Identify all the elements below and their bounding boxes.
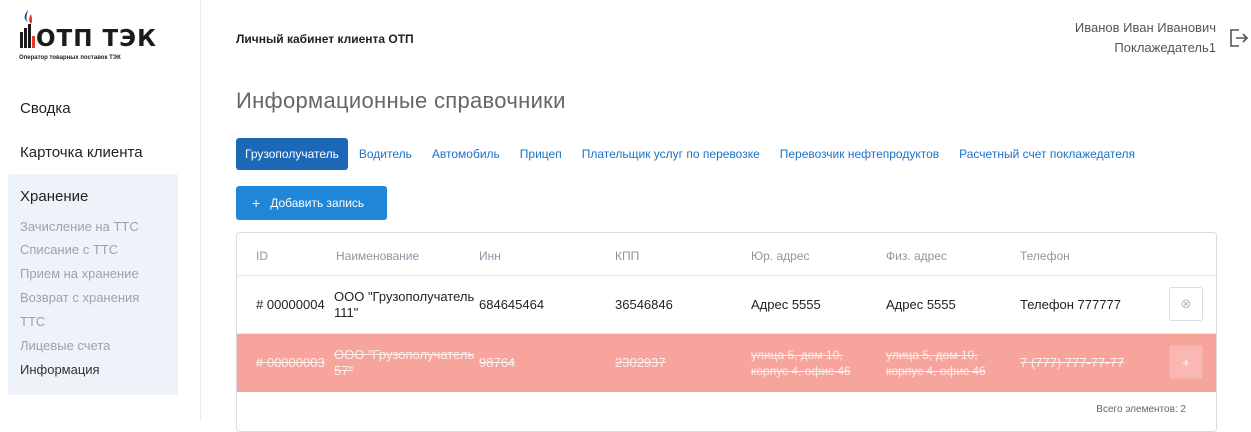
- th-phone[interactable]: Телефон: [1020, 249, 1070, 263]
- cell-physical-address: Адрес 5555: [886, 297, 956, 312]
- tab-consignee[interactable]: Грузополучатель: [236, 138, 348, 170]
- table-row-deleted[interactable]: # 00000003 ООО "Грузополучатель 57" 9876…: [237, 334, 1216, 392]
- remove-circle-icon: ⊗: [1180, 296, 1192, 311]
- cell-physical-address-line1: улица 5, дом 10,: [886, 348, 978, 362]
- nav-client-card[interactable]: Карточка клиента: [20, 144, 143, 161]
- cell-name-line1: ООО "Грузополучатель: [334, 289, 475, 304]
- nav-item-info[interactable]: Информация: [20, 362, 100, 377]
- table-row[interactable]: # 00000004 ООО "Грузополучатель 111" 684…: [237, 276, 1216, 334]
- user-name: Иванов Иван Иванович: [1074, 20, 1216, 35]
- th-inn[interactable]: Инн: [479, 249, 501, 263]
- nav-item-storage-return[interactable]: Возврат с хранения: [20, 290, 139, 305]
- cell-physical-address-line2: корпус 4, офис 46: [886, 364, 986, 378]
- plus-icon: +: [252, 195, 261, 211]
- logout-icon[interactable]: [1227, 27, 1249, 49]
- cell-name-line2: 57": [334, 363, 354, 378]
- records-table: ID Наименование Инн КПП Юр. адрес Физ. а…: [236, 232, 1217, 432]
- tab-driver[interactable]: Водитель: [350, 138, 421, 170]
- cell-id: # 00000003: [256, 355, 325, 370]
- nav-item-accounts[interactable]: Лицевые счета: [20, 338, 110, 353]
- tab-payer[interactable]: Плательщик услуг по перевозке: [573, 138, 769, 170]
- nav-storage-group: Хранение Зачисление на ТТС Списание с ТТ…: [8, 174, 178, 395]
- th-physical-address[interactable]: Физ. адрес: [886, 249, 947, 263]
- cell-phone: Телефон 777777: [1020, 297, 1121, 312]
- tabs: Грузополучатель Водитель Автомобиль Приц…: [236, 138, 1146, 170]
- th-id[interactable]: ID: [256, 249, 268, 263]
- header-title: Личный кабинет клиента ОТП: [236, 32, 414, 46]
- cell-legal-address-line1: улица 5, дом 10,: [751, 348, 843, 362]
- cell-legal-address-line2: корпус 4, офис 46: [751, 364, 851, 378]
- cell-legal-address: Адрес 5555: [751, 297, 821, 312]
- logo-subtitle: Оператор товарных поставок ТЭК: [19, 55, 121, 61]
- cell-inn: 98764: [479, 355, 516, 370]
- plus-icon: +: [1182, 354, 1190, 370]
- logo-text: ОТП ТЭК: [36, 26, 157, 52]
- nav-storage-title[interactable]: Хранение: [20, 188, 88, 205]
- sidebar: ОТП ТЭК Оператор товарных поставок ТЭК С…: [0, 0, 201, 421]
- table-header: ID Наименование Инн КПП Юр. адрес Физ. а…: [237, 233, 1216, 276]
- add-record-label: Добавить запись: [270, 196, 365, 210]
- cell-kpp: 2302937: [615, 355, 666, 370]
- restore-button[interactable]: +: [1169, 345, 1203, 379]
- th-name[interactable]: Наименование: [336, 249, 419, 263]
- cell-name-line2: 111": [334, 305, 359, 320]
- th-legal-address[interactable]: Юр. адрес: [751, 249, 810, 263]
- row-action-button[interactable]: ⊗: [1169, 287, 1203, 321]
- tab-bank-account[interactable]: Расчетный счет поклажедателя: [950, 138, 1144, 170]
- nav-item-debit-tts[interactable]: Списание с ТТС: [20, 242, 118, 257]
- th-kpp[interactable]: КПП: [615, 249, 639, 263]
- total-count: Всего элементов: 2: [1096, 404, 1186, 415]
- nav-svodka[interactable]: Сводка: [20, 100, 71, 117]
- nav-item-tts[interactable]: ТТС: [20, 314, 45, 329]
- page-title: Информационные справочники: [236, 88, 566, 113]
- nav-item-credit-tts[interactable]: Зачисление на ТТС: [20, 219, 139, 234]
- tab-car[interactable]: Автомобиль: [423, 138, 509, 170]
- user-role: Поклажедатель1: [1114, 40, 1216, 55]
- cell-kpp: 36546846: [615, 297, 673, 312]
- tab-carrier[interactable]: Перевозчик нефтепродуктов: [771, 138, 948, 170]
- nav-item-storage-intake[interactable]: Прием на хранение: [20, 266, 139, 281]
- cell-id: # 00000004: [256, 297, 325, 312]
- tab-trailer[interactable]: Прицеп: [511, 138, 571, 170]
- add-record-button[interactable]: + Добавить запись: [236, 186, 387, 220]
- cell-phone: 7 (777) 777-77-77: [1020, 355, 1125, 370]
- cell-inn: 684645464: [479, 297, 545, 312]
- cell-name-line1: ООО "Грузополучатель: [334, 347, 475, 362]
